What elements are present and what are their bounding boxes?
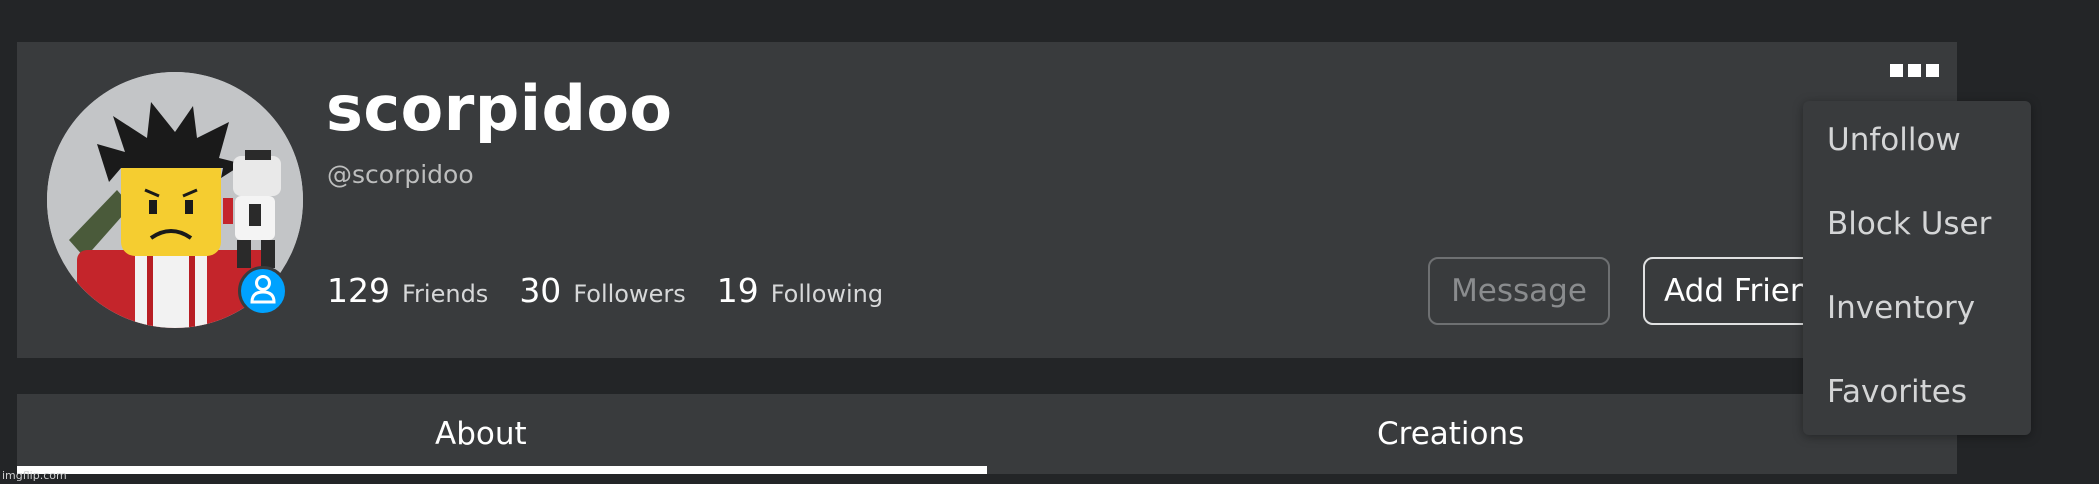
- dot: [1890, 63, 1903, 77]
- dot: [1926, 63, 1939, 77]
- friends-count: 129: [327, 271, 390, 310]
- menu-item-block-user[interactable]: Block User: [1827, 209, 1991, 240]
- active-tab-indicator: [17, 466, 987, 474]
- profile-stats: 129 Friends 30 Followers 19 Following: [327, 274, 883, 307]
- tab-creations-label: Creations: [1377, 416, 1525, 452]
- tab-about-label: About: [435, 416, 527, 452]
- menu-item-inventory[interactable]: Inventory: [1827, 293, 1975, 324]
- menu-item-favorites[interactable]: Favorites: [1827, 377, 1967, 408]
- following-count: 19: [716, 271, 759, 310]
- presence-badge: [238, 266, 288, 316]
- message-button[interactable]: Message: [1428, 257, 1610, 325]
- following-label: Following: [770, 280, 884, 308]
- more-options-menu: Unfollow Block User Inventory Favorites: [1803, 101, 2031, 435]
- username-handle: @scorpidoo: [327, 160, 474, 189]
- menu-item-unfollow[interactable]: Unfollow: [1827, 125, 1961, 156]
- friends-label: Friends: [402, 280, 489, 308]
- following-stat[interactable]: 19 Following: [717, 274, 883, 307]
- dot: [1908, 63, 1921, 77]
- friends-stat[interactable]: 129 Friends: [327, 274, 488, 307]
- followers-label: Followers: [573, 280, 686, 308]
- more-options-icon[interactable]: [1890, 60, 1944, 80]
- display-name: scorpidoo: [326, 72, 673, 145]
- followers-count: 30: [519, 271, 562, 310]
- tab-about[interactable]: About: [17, 394, 987, 474]
- user-icon: [249, 274, 277, 308]
- followers-stat[interactable]: 30 Followers: [519, 274, 685, 307]
- profile-tabs: About Creations: [17, 394, 1957, 474]
- watermark: imgflip.com: [2, 469, 67, 482]
